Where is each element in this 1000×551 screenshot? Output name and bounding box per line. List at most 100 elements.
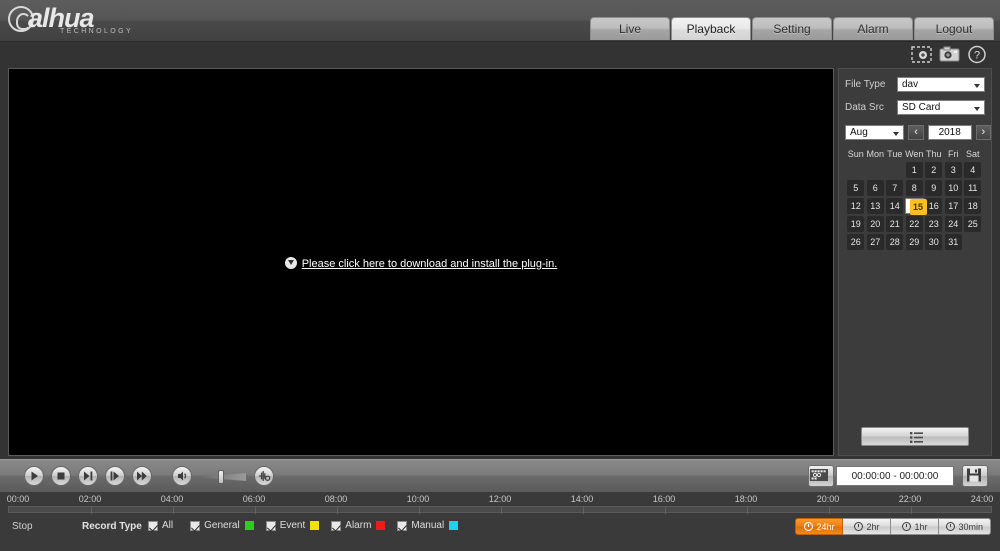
calendar-day-16[interactable]: 16 [924, 198, 944, 214]
calendar-day-5[interactable]: 5 [846, 180, 866, 196]
calendar-day-15[interactable]: 15 [904, 198, 927, 215]
snapshot-icon[interactable] [939, 45, 960, 64]
volume-slider-handle[interactable] [218, 470, 224, 484]
zoom-30min[interactable]: 30min [939, 518, 991, 535]
prev-year-button[interactable]: ‹ [908, 125, 924, 140]
calendar-day-14[interactable]: 14 [885, 198, 905, 214]
calendar-day-6[interactable]: 6 [866, 180, 886, 196]
calendar-day-7[interactable]: 7 [885, 180, 905, 196]
save-button[interactable] [962, 465, 988, 487]
checkbox-alarm[interactable] [331, 520, 342, 531]
nav-tab-setting[interactable]: Setting [752, 17, 832, 40]
stop-button[interactable] [51, 466, 71, 486]
checkbox-manual[interactable] [397, 520, 408, 531]
slow-play-button[interactable] [105, 466, 125, 486]
calendar-day-4[interactable]: 4 [963, 162, 983, 178]
calendar-day-29[interactable]: 29 [905, 234, 925, 250]
timeline-label: 04:00 [160, 494, 184, 504]
clip-time-range[interactable]: 00:00:00 - 00:00:00 [836, 466, 954, 486]
calendar-day-label: 27 [866, 234, 884, 250]
calendar-body: 1 2 3 4 5 6 7 8 9 10 11 12 13 14 15 16 17 18 19 20 21 22 23 24 2… [846, 162, 986, 250]
calendar-day-label: 10 [944, 180, 962, 196]
calendar-day-label: 20 [866, 216, 884, 232]
nav-tab-live[interactable]: Live [590, 17, 670, 40]
calendar-day-23[interactable]: 23 [924, 216, 944, 232]
nav-tab-alarm[interactable]: Alarm [833, 17, 913, 40]
calendar-day-label: 16 [925, 198, 943, 214]
record-type-alarm[interactable]: Alarm [331, 520, 386, 531]
month-select[interactable]: Aug [845, 125, 905, 140]
digital-zoom-icon[interactable] [911, 45, 932, 64]
calendar-day-label: 13 [866, 198, 884, 214]
checkbox-event[interactable] [265, 520, 276, 531]
record-type-event[interactable]: Event [265, 520, 320, 531]
record-type-general[interactable]: General [190, 520, 254, 531]
data-source-select[interactable]: SD Card [897, 100, 985, 115]
audio-mute-button[interactable] [254, 466, 274, 486]
data-source-row: Data Src SD Card [845, 100, 991, 115]
calendar-day-30[interactable]: 30 [924, 234, 944, 250]
calendar-day-9[interactable]: 9 [924, 180, 944, 196]
play-button[interactable] [24, 466, 44, 486]
record-type-manual[interactable]: Manual [397, 520, 459, 531]
file-list-button[interactable] [861, 427, 969, 446]
volume-button[interactable] [172, 466, 192, 486]
next-year-button[interactable]: › [975, 125, 991, 140]
help-icon[interactable]: ? [967, 45, 988, 64]
video-clip-button[interactable] [808, 465, 834, 487]
calendar-day-label: 17 [944, 198, 962, 214]
calendar-day-10[interactable]: 10 [944, 180, 964, 196]
calendar-day-19[interactable]: 19 [846, 216, 866, 232]
plugin-download-link[interactable]: Please click here to download and instal… [302, 258, 558, 270]
calendar-day-27[interactable]: 27 [866, 234, 886, 250]
calendar-day-18[interactable]: 18 [963, 198, 983, 214]
next-frame-button[interactable] [78, 466, 98, 486]
calendar-day-label: 11 [964, 180, 982, 196]
file-type-select[interactable]: dav [897, 77, 985, 92]
zoom-24hr[interactable]: 24hr [795, 518, 844, 535]
chevron-down-icon [893, 132, 900, 136]
volume-slider[interactable] [200, 470, 246, 484]
zoom-1hr[interactable]: 1hr [891, 518, 940, 535]
calendar-day-2[interactable]: 2 [924, 162, 944, 178]
nav-tab-logout[interactable]: Logout [914, 17, 994, 40]
zoom-label: 2hr [866, 521, 880, 532]
zoom-2hr[interactable]: 2hr [843, 518, 892, 535]
record-type-all[interactable]: All [148, 520, 178, 531]
calendar-day-label: 18 [964, 198, 982, 214]
calendar-day-21[interactable]: 21 [885, 216, 905, 232]
calendar-day-22[interactable]: 22 [905, 216, 925, 232]
calendar-day-label: 23 [925, 216, 943, 232]
fast-play-button[interactable] [132, 466, 152, 486]
calendar-day-12[interactable]: 12 [846, 198, 866, 214]
calendar-day-3[interactable]: 3 [944, 162, 964, 178]
calendar-day-24[interactable]: 24 [944, 216, 964, 232]
calendar-day-28[interactable]: 28 [885, 234, 905, 250]
calendar-day-25[interactable]: 25 [963, 216, 983, 232]
calendar-day-17[interactable]: 17 [944, 198, 964, 214]
file-type-value: dav [902, 79, 919, 90]
main-navigation: Live Playback Setting Alarm Logout [590, 17, 994, 40]
checkbox-all[interactable] [148, 520, 158, 531]
timeline-label: 18:00 [734, 494, 758, 504]
calendar-week: 5 6 7 8 9 10 11 [846, 180, 986, 196]
clock-icon [854, 522, 864, 531]
calendar-day-empty [885, 162, 905, 178]
chevron-down-icon [974, 107, 980, 111]
calendar-week: 19 20 21 22 23 24 25 [846, 216, 986, 232]
calendar-day-20[interactable]: 20 [866, 216, 886, 232]
calendar-day-1[interactable]: 1 [905, 162, 925, 178]
calendar-day-8[interactable]: 8 [905, 180, 925, 196]
calendar-day-26[interactable]: 26 [846, 234, 866, 250]
year-value[interactable]: 2018 [927, 125, 972, 140]
calendar-day-13[interactable]: 13 [866, 198, 886, 214]
calendar-day-11[interactable]: 11 [963, 180, 983, 196]
nav-tab-playback[interactable]: Playback [671, 17, 751, 40]
timeline-label: 10:00 [406, 494, 430, 504]
timeline-ruler[interactable]: 00:00 02:00 04:00 06:00 08:00 10:00 12:00 14:00… [0, 492, 1000, 514]
checkbox-general[interactable] [190, 520, 201, 531]
calendar-day-31[interactable]: 31 [944, 234, 964, 250]
video-display-area[interactable]: Please click here to download and instal… [8, 68, 834, 456]
timeline-zoom-buttons: 24hr 2hr 1hr 30min [795, 518, 991, 535]
timeline-track[interactable] [8, 506, 992, 514]
